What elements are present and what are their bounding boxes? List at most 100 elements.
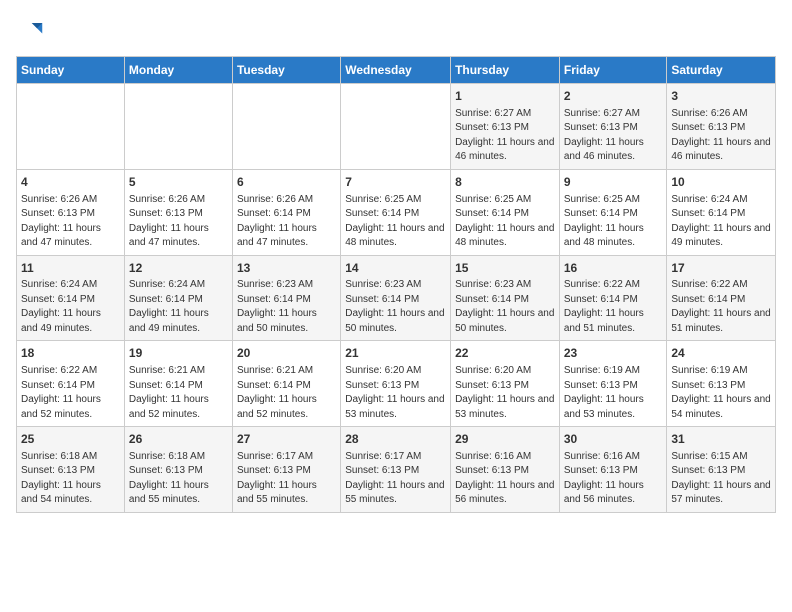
- day-number: 22: [455, 345, 555, 362]
- day-number: 31: [671, 431, 771, 448]
- day-number: 20: [237, 345, 336, 362]
- calendar-day-cell: 26 Sunrise: 6:18 AM Sunset: 6:13 PM Dayli…: [124, 427, 232, 513]
- calendar-day-cell: 8 Sunrise: 6:25 AM Sunset: 6:14 PM Daylig…: [451, 169, 560, 255]
- day-info: Sunrise: 6:26 AM Sunset: 6:13 PM Dayligh…: [671, 107, 771, 165]
- logo-icon: [16, 16, 44, 44]
- day-info: Sunrise: 6:27 AM Sunset: 6:13 PM Dayligh…: [455, 107, 555, 165]
- day-info: Sunrise: 6:18 AM Sunset: 6:13 PM Dayligh…: [129, 450, 228, 508]
- day-info: Sunrise: 6:17 AM Sunset: 6:13 PM Dayligh…: [237, 450, 336, 508]
- day-info: Sunrise: 6:22 AM Sunset: 6:14 PM Dayligh…: [21, 364, 120, 422]
- calendar-day-cell: 1 Sunrise: 6:27 AM Sunset: 6:13 PM Daylig…: [451, 84, 560, 170]
- day-number: 10: [671, 174, 771, 191]
- day-info: Sunrise: 6:18 AM Sunset: 6:13 PM Dayligh…: [21, 450, 120, 508]
- day-info: Sunrise: 6:26 AM Sunset: 6:14 PM Dayligh…: [237, 193, 336, 251]
- day-number: 9: [564, 174, 663, 191]
- day-info: Sunrise: 6:19 AM Sunset: 6:13 PM Dayligh…: [671, 364, 771, 422]
- day-number: 18: [21, 345, 120, 362]
- calendar-day-cell: 30 Sunrise: 6:16 AM Sunset: 6:13 PM Dayli…: [559, 427, 667, 513]
- day-number: 29: [455, 431, 555, 448]
- day-number: 25: [21, 431, 120, 448]
- day-info: Sunrise: 6:22 AM Sunset: 6:14 PM Dayligh…: [671, 278, 771, 336]
- day-number: 27: [237, 431, 336, 448]
- day-info: Sunrise: 6:15 AM Sunset: 6:13 PM Dayligh…: [671, 450, 771, 508]
- calendar-day-cell: 16Sunrise: 6:22 AM Sunset: 6:14 PM Dayli…: [559, 255, 667, 341]
- day-info: Sunrise: 6:24 AM Sunset: 6:14 PM Dayligh…: [671, 193, 771, 251]
- calendar-day-cell: [17, 84, 125, 170]
- logo: [16, 16, 48, 44]
- day-info: Sunrise: 6:25 AM Sunset: 6:14 PM Dayligh…: [455, 193, 555, 251]
- day-info: Sunrise: 6:23 AM Sunset: 6:14 PM Dayligh…: [237, 278, 336, 336]
- calendar-day-cell: 6 Sunrise: 6:26 AM Sunset: 6:14 PM Daylig…: [232, 169, 340, 255]
- calendar-day-cell: 11Sunrise: 6:24 AM Sunset: 6:14 PM Dayli…: [17, 255, 125, 341]
- calendar-day-cell: 5 Sunrise: 6:26 AM Sunset: 6:13 PM Daylig…: [124, 169, 232, 255]
- day-number: 24: [671, 345, 771, 362]
- day-info: Sunrise: 6:26 AM Sunset: 6:13 PM Dayligh…: [21, 193, 120, 251]
- calendar-week-row: 11Sunrise: 6:24 AM Sunset: 6:14 PM Dayli…: [17, 255, 776, 341]
- calendar-week-row: 1 Sunrise: 6:27 AM Sunset: 6:13 PM Daylig…: [17, 84, 776, 170]
- day-number: 23: [564, 345, 663, 362]
- day-number: 1: [455, 88, 555, 105]
- day-number: 30: [564, 431, 663, 448]
- calendar-day-cell: 4 Sunrise: 6:26 AM Sunset: 6:13 PM Daylig…: [17, 169, 125, 255]
- calendar-day-cell: 12Sunrise: 6:24 AM Sunset: 6:14 PM Dayli…: [124, 255, 232, 341]
- calendar-day-cell: 10 Sunrise: 6:24 AM Sunset: 6:14 PM Dayli…: [667, 169, 776, 255]
- day-info: Sunrise: 6:25 AM Sunset: 6:14 PM Dayligh…: [564, 193, 663, 251]
- day-info: Sunrise: 6:26 AM Sunset: 6:13 PM Dayligh…: [129, 193, 228, 251]
- day-info: Sunrise: 6:17 AM Sunset: 6:13 PM Dayligh…: [345, 450, 446, 508]
- day-info: Sunrise: 6:20 AM Sunset: 6:13 PM Dayligh…: [345, 364, 446, 422]
- calendar-day-cell: 19 Sunrise: 6:21 AM Sunset: 6:14 PM Dayli…: [124, 341, 232, 427]
- day-info: Sunrise: 6:27 AM Sunset: 6:13 PM Dayligh…: [564, 107, 663, 165]
- day-number: 17: [671, 260, 771, 277]
- weekday-header: Tuesday: [232, 57, 340, 84]
- page-header: [16, 16, 776, 44]
- weekday-header: Wednesday: [341, 57, 451, 84]
- day-number: 5: [129, 174, 228, 191]
- day-info: Sunrise: 6:19 AM Sunset: 6:13 PM Dayligh…: [564, 364, 663, 422]
- calendar-day-cell: 25 Sunrise: 6:18 AM Sunset: 6:13 PM Dayli…: [17, 427, 125, 513]
- day-info: Sunrise: 6:23 AM Sunset: 6:14 PM Dayligh…: [455, 278, 555, 336]
- calendar-week-row: 25 Sunrise: 6:18 AM Sunset: 6:13 PM Dayli…: [17, 427, 776, 513]
- day-number: 8: [455, 174, 555, 191]
- day-info: Sunrise: 6:21 AM Sunset: 6:14 PM Dayligh…: [237, 364, 336, 422]
- calendar-day-cell: 18 Sunrise: 6:22 AM Sunset: 6:14 PM Dayli…: [17, 341, 125, 427]
- day-number: 3: [671, 88, 771, 105]
- calendar-day-cell: 15Sunrise: 6:23 AM Sunset: 6:14 PM Dayli…: [451, 255, 560, 341]
- calendar-day-cell: [124, 84, 232, 170]
- day-number: 16: [564, 260, 663, 277]
- day-number: 26: [129, 431, 228, 448]
- calendar-day-cell: 3 Sunrise: 6:26 AM Sunset: 6:13 PM Daylig…: [667, 84, 776, 170]
- day-info: Sunrise: 6:22 AM Sunset: 6:14 PM Dayligh…: [564, 278, 663, 336]
- calendar-day-cell: 23 Sunrise: 6:19 AM Sunset: 6:13 PM Dayli…: [559, 341, 667, 427]
- day-number: 6: [237, 174, 336, 191]
- calendar-day-cell: 14Sunrise: 6:23 AM Sunset: 6:14 PM Dayli…: [341, 255, 451, 341]
- calendar-day-cell: 13Sunrise: 6:23 AM Sunset: 6:14 PM Dayli…: [232, 255, 340, 341]
- weekday-header: Saturday: [667, 57, 776, 84]
- day-number: 4: [21, 174, 120, 191]
- day-number: 11: [21, 260, 120, 277]
- day-number: 19: [129, 345, 228, 362]
- day-info: Sunrise: 6:24 AM Sunset: 6:14 PM Dayligh…: [21, 278, 120, 336]
- calendar-day-cell: 29Sunrise: 6:16 AM Sunset: 6:13 PM Dayli…: [451, 427, 560, 513]
- day-number: 2: [564, 88, 663, 105]
- day-number: 14: [345, 260, 446, 277]
- day-info: Sunrise: 6:24 AM Sunset: 6:14 PM Dayligh…: [129, 278, 228, 336]
- weekday-header: Sunday: [17, 57, 125, 84]
- calendar-week-row: 4 Sunrise: 6:26 AM Sunset: 6:13 PM Daylig…: [17, 169, 776, 255]
- weekday-header: Thursday: [451, 57, 560, 84]
- calendar-day-cell: 7Sunrise: 6:25 AM Sunset: 6:14 PM Daylig…: [341, 169, 451, 255]
- day-number: 21: [345, 345, 446, 362]
- day-info: Sunrise: 6:23 AM Sunset: 6:14 PM Dayligh…: [345, 278, 446, 336]
- day-number: 28: [345, 431, 446, 448]
- calendar-day-cell: [341, 84, 451, 170]
- day-info: Sunrise: 6:21 AM Sunset: 6:14 PM Dayligh…: [129, 364, 228, 422]
- calendar-day-cell: 24 Sunrise: 6:19 AM Sunset: 6:13 PM Dayli…: [667, 341, 776, 427]
- calendar-day-cell: 31 Sunrise: 6:15 AM Sunset: 6:13 PM Dayli…: [667, 427, 776, 513]
- day-number: 7: [345, 174, 446, 191]
- day-number: 15: [455, 260, 555, 277]
- calendar-day-cell: 9 Sunrise: 6:25 AM Sunset: 6:14 PM Daylig…: [559, 169, 667, 255]
- weekday-header: Monday: [124, 57, 232, 84]
- weekday-header-row: SundayMondayTuesdayWednesdayThursdayFrid…: [17, 57, 776, 84]
- day-number: 12: [129, 260, 228, 277]
- day-number: 13: [237, 260, 336, 277]
- day-info: Sunrise: 6:16 AM Sunset: 6:13 PM Dayligh…: [564, 450, 663, 508]
